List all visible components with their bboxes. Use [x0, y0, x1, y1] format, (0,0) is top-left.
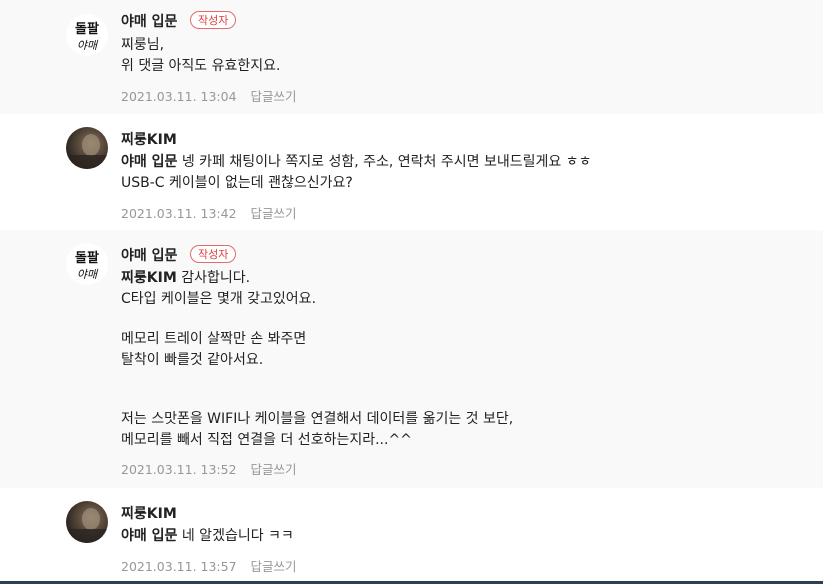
comment-line-rest: 넹 카페 채팅이나 쪽지로 성함, 주소, 연락처 주시면 보내드릴게요 ㅎㅎ: [177, 154, 592, 170]
comment-line: 야매 입문 네 알겠습니다 ㅋㅋ: [121, 526, 294, 547]
reply-button[interactable]: 답글쓰기: [251, 206, 297, 221]
comment-line: 저는 스맛폰을 WIFI나 케이블을 연결해서 데이터를 옮기는 것 보단,: [121, 411, 514, 427]
comment-meta: 2021.03.11. 13:04 답글쓰기: [121, 86, 297, 105]
logo-line1: 돌팔: [75, 22, 99, 37]
comment-date: 2021.03.11. 13:57: [121, 559, 237, 574]
channel-logo-icon: 돌팔 야매: [75, 251, 99, 281]
user-photo-icon: [66, 134, 108, 169]
comment-author[interactable]: 찌룽KIM: [121, 503, 177, 523]
avatar[interactable]: 돌팔 야매: [66, 14, 108, 56]
comment-meta: 2021.03.11. 13:57 답글쓰기: [121, 556, 297, 575]
comment-line: 메모리를 빼서 직접 연결을 더 선호하는지라...^^: [121, 432, 412, 448]
comment-item: 돌팔 야매 야매 입문 작성자 찌룽KIM 감사합니다. C타입 케이블은 몇개…: [0, 230, 823, 488]
comment-line: 야매 입문 넹 카페 채팅이나 쪽지로 성함, 주소, 연락처 주시면 보내드릴…: [121, 152, 591, 173]
reply-button[interactable]: 답글쓰기: [251, 559, 297, 574]
avatar[interactable]: [66, 127, 108, 169]
mention-link[interactable]: 찌룽KIM: [121, 270, 177, 286]
comment-date: 2021.03.11. 13:04: [121, 89, 237, 104]
comment-meta: 2021.03.11. 13:52 답글쓰기: [121, 459, 297, 478]
author-badge: 작성자: [190, 245, 237, 263]
comment-item: 찌룽KIM 야매 입문 네 알겠습니다 ㅋㅋ 2021.03.11. 13:57…: [0, 488, 823, 582]
comment-line: 위 댓글 아직도 유효한지요.: [121, 58, 281, 74]
comment-date: 2021.03.11. 13:52: [121, 462, 237, 477]
comment-line: 찌룽KIM 감사합니다.: [121, 268, 513, 289]
user-photo-icon: [66, 508, 108, 543]
avatar[interactable]: [66, 501, 108, 543]
comment-line: USB-C 케이블이 없는데 괜찮으신가요?: [121, 175, 353, 191]
comment-line-rest: 네 알겠습니다 ㅋㅋ: [177, 528, 294, 544]
comment-meta: 2021.03.11. 13:42 답글쓰기: [121, 203, 297, 222]
comment-item: 찌룽KIM 야매 입문 넹 카페 채팅이나 쪽지로 성함, 주소, 연락처 주시…: [0, 114, 823, 230]
comment-author[interactable]: 찌룽KIM: [121, 129, 177, 149]
avatar[interactable]: 돌팔 야매: [66, 243, 108, 285]
comment-author[interactable]: 야매 입문: [121, 11, 177, 31]
comment-line: C타입 케이블은 몇개 갖고있어요.: [121, 291, 317, 307]
comment-text: 찌룽님, 위 댓글 아직도 유효한지요.: [121, 35, 280, 77]
comment-text: 찌룽KIM 감사합니다. C타입 케이블은 몇개 갖고있어요. 메모리 트레이 …: [121, 268, 513, 451]
mention-link[interactable]: 야매 입문: [121, 528, 177, 544]
comment-text: 야매 입문 네 알겠습니다 ㅋㅋ: [121, 526, 294, 547]
comment-line: 탈착이 빠를것 같아서요.: [121, 352, 264, 368]
mention-link[interactable]: 야매 입문: [121, 154, 177, 170]
reply-button[interactable]: 답글쓰기: [251, 89, 297, 104]
logo-line2: 야매: [77, 39, 99, 52]
comment-date: 2021.03.11. 13:42: [121, 206, 237, 221]
logo-line2: 야매: [77, 268, 99, 281]
comment-line-rest: 감사합니다.: [176, 270, 251, 286]
reply-button[interactable]: 답글쓰기: [251, 462, 297, 477]
channel-logo-icon: 돌팔 야매: [75, 22, 99, 52]
author-badge: 작성자: [190, 11, 237, 29]
comment-line: 메모리 트레이 살짝만 손 봐주면: [121, 331, 307, 347]
comment-text: 야매 입문 넹 카페 채팅이나 쪽지로 성함, 주소, 연락처 주시면 보내드릴…: [121, 152, 591, 194]
comment-line: 찌룽님,: [121, 37, 165, 53]
logo-line1: 돌팔: [75, 251, 99, 266]
comment-author[interactable]: 야매 입문: [121, 245, 177, 265]
comment-item: 돌팔 야매 야매 입문 작성자 찌룽님, 위 댓글 아직도 유효한지요. 202…: [0, 0, 823, 114]
